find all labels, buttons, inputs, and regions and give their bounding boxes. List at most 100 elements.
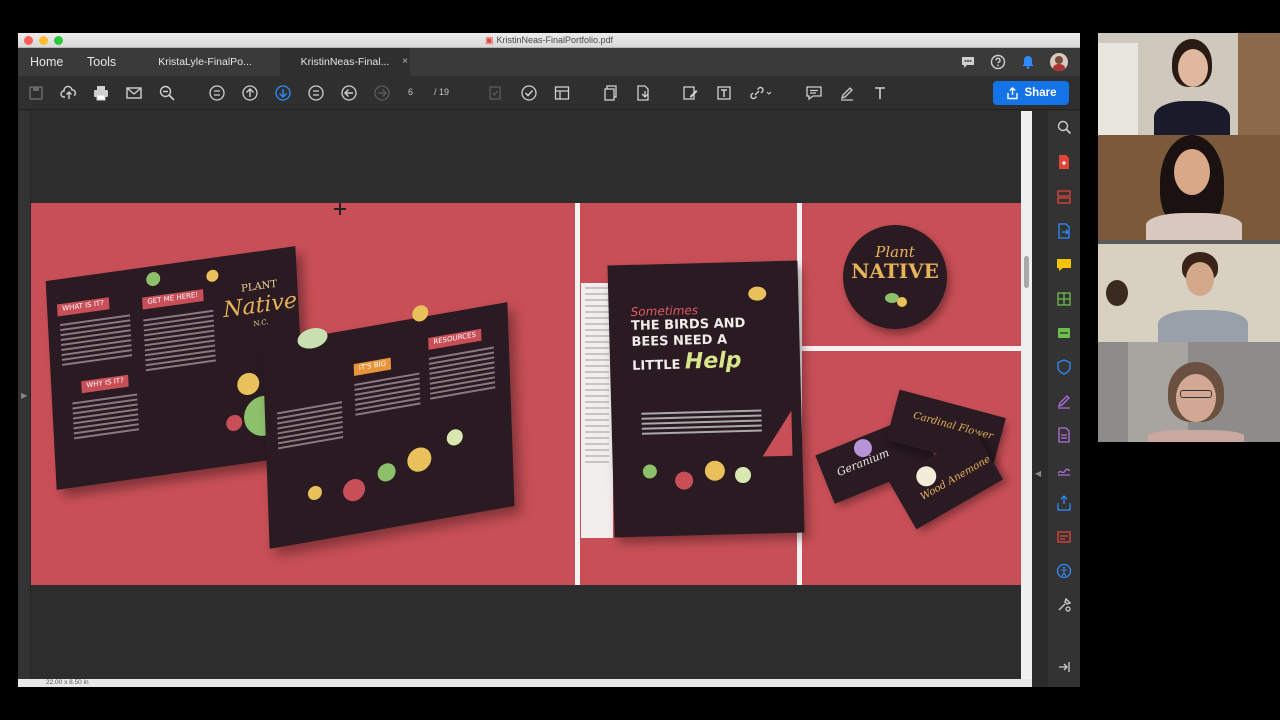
print-icon[interactable] (92, 84, 110, 102)
participant-figure (1098, 342, 1280, 442)
collapse-panel-icon[interactable] (1056, 659, 1072, 675)
vertical-scrollbar[interactable] (1021, 111, 1032, 679)
right-panel-toggle-icon[interactable]: ◀ (1035, 469, 1041, 478)
edit-document-icon[interactable] (1056, 427, 1072, 443)
magazine-headline: Sometimes THE BIRDS AND BEES NEED A LITT… (631, 301, 773, 377)
flower-graphic (225, 413, 243, 433)
flower-graphic (704, 460, 726, 482)
flower-graphic (206, 268, 219, 283)
help-icon[interactable] (990, 54, 1006, 70)
tab-label: KristinNeas-Final... (300, 56, 390, 68)
brochure-flag: GET ME HERE! (142, 289, 204, 310)
headline-help: Help (684, 347, 742, 375)
brochure-flag: IT'S BIG (353, 357, 392, 377)
comment-bubble-icon[interactable] (960, 54, 976, 70)
badge-line-2: NATIVE (851, 258, 939, 283)
document-area[interactable]: ▶ WHAT IS IT? GET ME HERE! WHY IS IT? PL (18, 111, 1041, 679)
prepare-form-icon[interactable] (1056, 529, 1072, 545)
select-tool-icon[interactable] (486, 84, 504, 102)
video-tile-participant-3[interactable] (1098, 240, 1280, 342)
link-tool-icon[interactable] (748, 84, 774, 102)
video-tile-participant-4[interactable] (1098, 342, 1280, 442)
seed-packet-label: Cardinal Flower (911, 410, 995, 443)
title-bar: ▣ KristinNeas-FinalPortfolio.pdf (18, 33, 1080, 48)
email-icon[interactable] (125, 84, 143, 102)
edit-pdf-icon[interactable] (681, 84, 699, 102)
tab-document-1[interactable]: KristaLyle-FinalPo... (144, 48, 266, 76)
left-panel-toggle-icon[interactable]: ▶ (21, 391, 27, 400)
page-count: / 19 (434, 87, 450, 97)
nav-tools[interactable]: Tools (87, 55, 116, 69)
cardinal-bird-graphic (761, 410, 793, 457)
fill-sign-icon[interactable] (1056, 393, 1072, 409)
zoom-out-icon[interactable] (158, 84, 176, 102)
text-box-icon[interactable] (715, 84, 733, 102)
upload-cloud-icon[interactable] (60, 84, 78, 102)
flower-graphic (734, 466, 752, 484)
more-tools-icon[interactable] (1056, 597, 1072, 613)
share-icon (1006, 86, 1018, 99)
share-button[interactable]: Share (993, 81, 1069, 105)
flower-graphic (342, 477, 366, 503)
window-title-text: KristinNeas-FinalPortfolio.pdf (496, 35, 614, 45)
brochure-image-right: IT'S BIG RESOURCES (262, 302, 515, 549)
add-comment-icon[interactable] (805, 84, 823, 102)
flower-graphic (446, 428, 464, 447)
send-for-signature-icon[interactable] (1056, 461, 1072, 477)
create-pdf-icon[interactable] (1056, 154, 1072, 170)
scroll-mode-icon[interactable] (307, 84, 325, 102)
acrobat-window: ▣ KristinNeas-FinalPortfolio.pdf Home Too… (18, 33, 1080, 687)
page-view[interactable]: WHAT IS IT? GET ME HERE! WHY IS IT? PLAN… (31, 111, 1021, 679)
badge-text: Plant NATIVE (843, 244, 947, 283)
highlight-pen-icon[interactable] (838, 84, 856, 102)
scan-ocr-icon[interactable] (1056, 325, 1072, 341)
status-bar: 22.00 x 8.50 in (18, 679, 1032, 687)
export-pdf-icon[interactable] (634, 84, 652, 102)
next-page-icon[interactable] (274, 84, 292, 102)
combine-files-icon[interactable] (1056, 189, 1072, 205)
tab-label: KristaLyle-FinalPo... (158, 56, 252, 68)
leaf-graphic (897, 297, 907, 307)
page-size-readout: 22.00 x 8.50 in (46, 679, 89, 686)
flower-graphic (674, 471, 694, 490)
flower-graphic (236, 371, 260, 397)
add-text-icon[interactable] (871, 84, 889, 102)
notification-bell-icon[interactable] (1020, 54, 1036, 70)
back-arrow-icon[interactable] (340, 84, 358, 102)
video-tile-participant-1[interactable] (1098, 33, 1280, 135)
flower-graphic (748, 286, 767, 301)
tab-document-2[interactable]: KristinNeas-Final... × (280, 48, 410, 76)
pages-icon[interactable] (602, 84, 620, 102)
participant-figure (1098, 135, 1280, 240)
plant-native-badge: Plant NATIVE (843, 225, 947, 329)
brochure-flag: WHY IS IT? (81, 374, 130, 394)
participant-figure (1098, 33, 1280, 135)
fill-sign-icon[interactable] (520, 84, 538, 102)
accessibility-icon[interactable] (1056, 563, 1072, 579)
search-icon[interactable] (1056, 119, 1072, 135)
previous-page-icon[interactable] (241, 84, 259, 102)
glasses (1180, 390, 1212, 398)
share-file-icon[interactable] (1056, 495, 1072, 511)
comment-icon[interactable] (1056, 257, 1072, 273)
scrollbar-thumb[interactable] (1024, 256, 1029, 288)
nav-home[interactable]: Home (30, 55, 63, 69)
organize-pages-icon[interactable] (1056, 291, 1072, 307)
forward-arrow-icon[interactable] (373, 84, 391, 102)
protect-shield-icon[interactable] (1056, 359, 1072, 375)
flower-graphic (307, 484, 323, 502)
page-number-input[interactable]: 6 (408, 87, 413, 97)
form-icon[interactable] (553, 84, 571, 102)
close-tab-icon[interactable]: × (402, 56, 408, 67)
save-icon[interactable] (27, 84, 45, 102)
user-avatar[interactable] (1050, 53, 1068, 71)
flower-graphic (145, 271, 161, 287)
participant-figure (1098, 240, 1280, 342)
flower-graphic (642, 464, 658, 479)
export-pdf-icon[interactable] (1056, 223, 1072, 239)
video-tile-participant-2[interactable] (1098, 135, 1280, 240)
toolbar: 6 / 19 Share (18, 76, 1080, 110)
pdf-file-icon: ▣ (484, 35, 494, 45)
share-label: Share (1024, 87, 1057, 99)
fit-page-icon[interactable] (208, 84, 226, 102)
